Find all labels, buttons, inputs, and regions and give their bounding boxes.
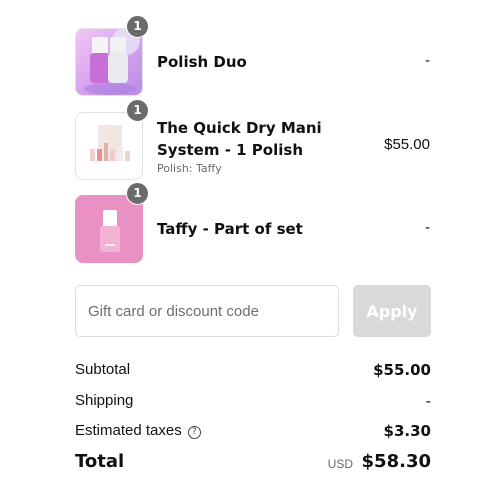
- subtotal-label: Subtotal: [75, 361, 131, 378]
- taxes-value: $3.30: [383, 422, 431, 440]
- line-item-polish-duo: 1 Polish Duo -: [75, 15, 430, 96]
- item-variant: Polish: Taffy: [157, 162, 222, 175]
- total-value: $58.30: [361, 451, 431, 472]
- item-price: $55.00: [384, 136, 430, 153]
- item-price: -: [425, 52, 430, 69]
- subtotal-value: $55.00: [373, 361, 431, 379]
- quantity-badge: 1: [126, 99, 149, 122]
- taxes-label-wrap: Estimated taxes?: [75, 422, 201, 439]
- taxes-row: Estimated taxes? $3.30: [75, 422, 431, 444]
- item-title: Taffy - Part of set: [157, 220, 303, 238]
- total-label: Total: [75, 451, 125, 472]
- apply-button[interactable]: Apply: [353, 285, 431, 337]
- shipping-value: -: [425, 392, 431, 410]
- polish-duo-thumbnail: [75, 28, 143, 96]
- quick-dry-mani-thumbnail: [75, 112, 143, 180]
- total-row: Total USD $58.30: [75, 451, 431, 479]
- question-circle-icon[interactable]: ?: [187, 426, 201, 439]
- item-title: Polish Duo: [157, 53, 247, 71]
- subtotal-row: Subtotal $55.00: [75, 361, 431, 383]
- quantity-badge: 1: [126, 182, 149, 205]
- item-title: The Quick Dry Mani System - 1 Polish: [157, 119, 322, 159]
- shipping-row: Shipping -: [75, 392, 431, 414]
- line-item-taffy: 1 Taffy - Part of set -: [75, 182, 430, 263]
- currency-code: USD: [327, 457, 353, 471]
- item-price: -: [425, 219, 430, 236]
- taxes-label: Estimated taxes: [75, 422, 182, 439]
- shipping-label: Shipping: [75, 392, 134, 409]
- taffy-thumbnail: [75, 195, 143, 263]
- discount-row: Apply: [75, 285, 431, 337]
- line-item-quick-dry-mani: 1 The Quick Dry Mani System - 1 Polish P…: [75, 99, 430, 180]
- discount-code-input[interactable]: [75, 285, 339, 337]
- quantity-badge: 1: [126, 15, 149, 38]
